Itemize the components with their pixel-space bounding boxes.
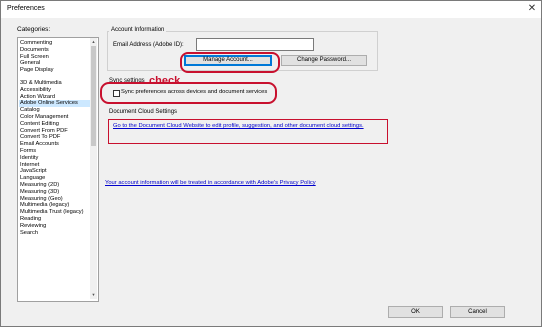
category-item[interactable]: Full Screen (19, 54, 91, 61)
sync-preferences-label[interactable]: Sync preferences across devices and docu… (121, 89, 267, 95)
category-item[interactable]: Documents (19, 47, 91, 54)
annotation-oval-manage (180, 52, 280, 73)
category-item[interactable]: Measuring (Geo) (19, 196, 91, 203)
category-item[interactable]: Page Display (19, 67, 91, 74)
categories-list[interactable]: Commenting Documents Full Screen General Pag… (17, 37, 99, 302)
scroll-thumb[interactable] (91, 46, 96, 146)
document-cloud-link[interactable]: Go to the Document Cloud Website to edit… (113, 123, 364, 129)
close-icon[interactable]: ✕ (525, 2, 539, 16)
scroll-down-arrow-icon[interactable]: ▼ (90, 291, 97, 298)
category-item[interactable]: Convert To PDF (19, 134, 91, 141)
privacy-policy-link[interactable]: Your account information will be treated… (105, 180, 316, 186)
category-item[interactable]: Language (19, 175, 91, 182)
categories-scrollbar[interactable]: ▲ ▼ (90, 38, 97, 299)
category-item[interactable]: Measuring (2D) (19, 182, 91, 189)
category-item[interactable]: Multimedia (legacy) (19, 202, 91, 209)
categories-label: Categories: (17, 26, 51, 33)
account-information-legend: Account Information (109, 27, 167, 33)
category-item[interactable]: Catalog (19, 107, 91, 114)
category-item[interactable]: 3D & Multimedia (19, 80, 91, 87)
category-item[interactable]: Forms (19, 148, 91, 155)
cancel-button[interactable]: Cancel (450, 306, 505, 318)
category-item[interactable]: JavaScript (19, 168, 91, 175)
category-item[interactable]: Search (19, 230, 91, 237)
ok-button[interactable]: OK (388, 306, 443, 318)
category-item[interactable]: Measuring (3D) (19, 189, 91, 196)
category-item[interactable]: Color Management (19, 114, 91, 121)
document-cloud-legend: Document Cloud Settings (109, 109, 178, 115)
category-item[interactable]: Content Editing (19, 121, 91, 128)
category-item[interactable]: Identity (19, 155, 91, 162)
sync-preferences-checkbox[interactable] (113, 90, 120, 97)
categories-items: Commenting Documents Full Screen General Pag… (19, 40, 91, 236)
window-title: Preferences (7, 5, 45, 12)
category-item[interactable]: Reviewing (19, 223, 91, 230)
category-item[interactable]: Commenting (19, 40, 91, 47)
category-item[interactable]: Accessibility (19, 87, 91, 94)
category-item[interactable]: Reading (19, 216, 91, 223)
title-bar[interactable]: Preferences ✕ (1, 1, 541, 18)
change-password-button[interactable]: Change Password... (281, 55, 367, 66)
category-item[interactable]: Internet (19, 162, 91, 169)
category-item[interactable]: General (19, 60, 91, 67)
category-item[interactable]: Adobe Online Services (19, 100, 91, 108)
email-field[interactable] (196, 38, 314, 51)
email-label: Email Address (Adobe ID): (113, 42, 184, 48)
category-item[interactable]: Action Wizard (19, 94, 91, 101)
category-item[interactable]: Convert From PDF (19, 128, 91, 135)
scroll-up-arrow-icon[interactable]: ▲ (90, 38, 97, 45)
category-item[interactable]: Multimedia Trust (legacy) (19, 209, 91, 216)
category-item[interactable]: Email Accounts (19, 141, 91, 148)
